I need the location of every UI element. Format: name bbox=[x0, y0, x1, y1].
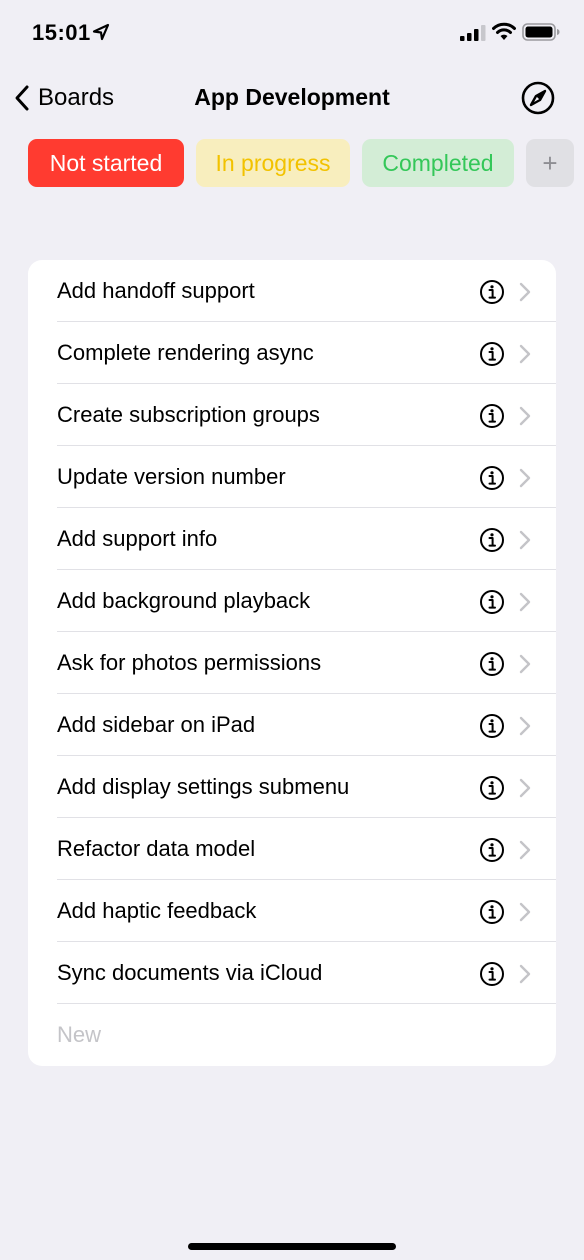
chevron-right-icon bbox=[519, 344, 531, 364]
compass-button[interactable] bbox=[520, 80, 556, 121]
task-title: Ask for photos permissions bbox=[57, 650, 322, 675]
task-row[interactable]: Sync documents via iCloud bbox=[28, 942, 556, 1004]
info-icon[interactable] bbox=[479, 961, 505, 987]
status-filter-bar: Not started In progress Completed + bbox=[28, 139, 574, 187]
status-bar: 15:01 bbox=[0, 0, 584, 66]
home-indicator bbox=[188, 1243, 396, 1250]
task-list: Add handoff support Complete rendering a… bbox=[28, 260, 556, 1066]
chevron-right-icon bbox=[519, 778, 531, 798]
task-row[interactable]: Add background playback bbox=[28, 570, 556, 632]
new-task-row bbox=[28, 1004, 556, 1066]
task-row[interactable]: Add support info bbox=[28, 508, 556, 570]
info-icon[interactable] bbox=[479, 775, 505, 801]
chevron-right-icon bbox=[519, 406, 531, 426]
info-icon[interactable] bbox=[479, 899, 505, 925]
cellular-signal-icon bbox=[460, 25, 486, 41]
pill-in-progress[interactable]: In progress bbox=[196, 139, 350, 187]
location-arrow-icon bbox=[92, 23, 110, 41]
chevron-right-icon bbox=[519, 592, 531, 612]
task-title: Add display settings submenu bbox=[57, 774, 350, 799]
navigation-bar: Boards App Development bbox=[0, 72, 584, 124]
add-status-button[interactable]: + bbox=[526, 139, 574, 187]
chevron-right-icon bbox=[519, 654, 531, 674]
info-icon[interactable] bbox=[479, 465, 505, 491]
chevron-right-icon bbox=[519, 964, 531, 984]
task-row[interactable]: Add handoff support bbox=[28, 260, 556, 322]
task-title: Create subscription groups bbox=[57, 402, 320, 427]
info-icon[interactable] bbox=[479, 403, 505, 429]
task-row[interactable]: Add sidebar on iPad bbox=[28, 694, 556, 756]
info-icon[interactable] bbox=[479, 713, 505, 739]
new-task-input[interactable] bbox=[57, 1018, 517, 1052]
compass-icon bbox=[521, 81, 555, 115]
task-row[interactable]: Add display settings submenu bbox=[28, 756, 556, 818]
task-row[interactable]: Complete rendering async bbox=[28, 322, 556, 384]
task-title: Add background playback bbox=[57, 588, 311, 613]
chevron-right-icon bbox=[519, 840, 531, 860]
task-title: Complete rendering async bbox=[57, 340, 314, 365]
pill-not-started[interactable]: Not started bbox=[28, 139, 184, 187]
task-title: Add handoff support bbox=[57, 278, 255, 303]
wifi-icon bbox=[492, 22, 516, 40]
task-title: Add haptic feedback bbox=[57, 898, 257, 923]
task-row[interactable]: Ask for photos permissions bbox=[28, 632, 556, 694]
task-row[interactable]: Add haptic feedback bbox=[28, 880, 556, 942]
info-icon[interactable] bbox=[479, 651, 505, 677]
info-icon[interactable] bbox=[479, 279, 505, 305]
chevron-right-icon bbox=[519, 716, 531, 736]
battery-icon bbox=[522, 23, 560, 41]
screen: 15:01 Boards App Development Not started… bbox=[0, 0, 584, 1260]
chevron-right-icon bbox=[519, 902, 531, 922]
task-row[interactable]: Refactor data model bbox=[28, 818, 556, 880]
task-title: Refactor data model bbox=[57, 836, 256, 861]
task-row[interactable]: Create subscription groups bbox=[28, 384, 556, 446]
pill-completed[interactable]: Completed bbox=[362, 139, 514, 187]
info-icon[interactable] bbox=[479, 527, 505, 553]
info-icon[interactable] bbox=[479, 837, 505, 863]
task-title: Sync documents via iCloud bbox=[57, 960, 323, 985]
chevron-right-icon bbox=[519, 282, 531, 302]
task-title: Add support info bbox=[57, 526, 218, 551]
info-icon[interactable] bbox=[479, 341, 505, 367]
chevron-right-icon bbox=[519, 468, 531, 488]
page-title: App Development bbox=[194, 84, 390, 110]
status-time: 15:01 bbox=[32, 20, 91, 45]
chevron-right-icon bbox=[519, 530, 531, 550]
task-title: Update version number bbox=[57, 464, 286, 489]
task-row[interactable]: Update version number bbox=[28, 446, 556, 508]
task-title: Add sidebar on iPad bbox=[57, 712, 256, 737]
info-icon[interactable] bbox=[479, 589, 505, 615]
